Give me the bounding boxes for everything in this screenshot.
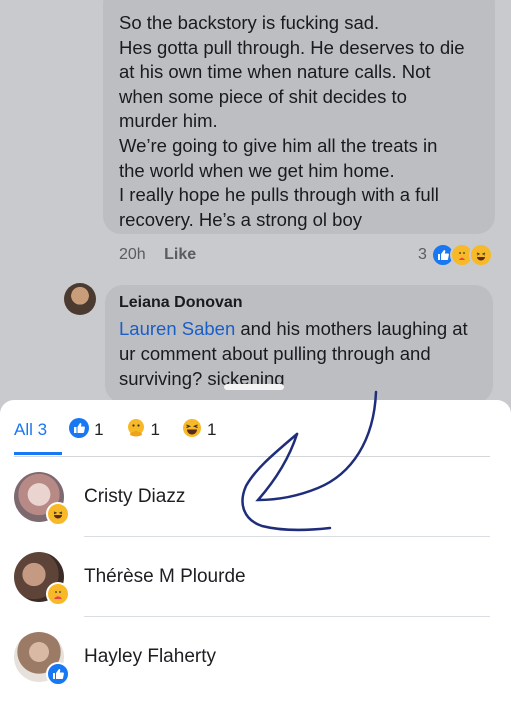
hand-drawn-arrow-annotation xyxy=(241,390,378,532)
